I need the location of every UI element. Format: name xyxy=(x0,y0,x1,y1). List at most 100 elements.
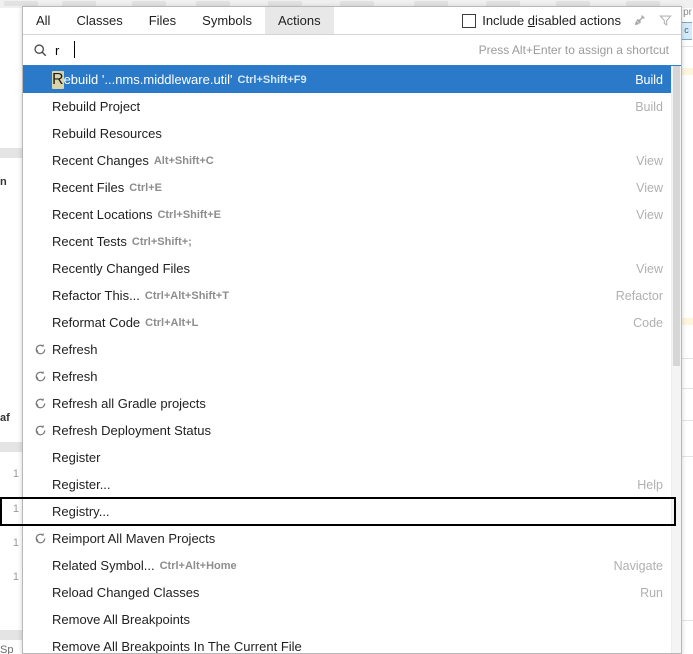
list-item-label: Remove All Breakpoints xyxy=(52,612,191,627)
tab-all[interactable]: All xyxy=(23,7,63,34)
list-item-label: ebuild '...nms.middleware.util' xyxy=(63,72,233,87)
list-item-category: Run xyxy=(640,585,663,600)
list-item[interactable]: Recently Changed Files View xyxy=(23,255,681,282)
results-scrollbar[interactable] xyxy=(671,66,681,653)
pin-icon[interactable] xyxy=(631,13,647,29)
list-item[interactable]: Remove All Breakpoints In The Current Fi… xyxy=(23,633,681,654)
list-item-label: Register... xyxy=(52,477,111,492)
list-item-shortcut: Ctrl+Shift+F9 xyxy=(237,73,307,86)
refresh-icon xyxy=(34,396,51,412)
list-item[interactable]: Refresh all Gradle projects xyxy=(23,390,681,417)
tab-symbols[interactable]: Symbols xyxy=(189,7,265,34)
list-item[interactable]: Refresh xyxy=(23,363,681,390)
item-icon-placeholder xyxy=(34,72,51,88)
list-item-category: Build xyxy=(635,99,663,114)
tab-label: Classes xyxy=(76,13,123,28)
list-item-shortcut: Ctrl+Alt+Shift+T xyxy=(144,289,229,302)
results-list[interactable]: Rebuild '...nms.middleware.util' Ctrl+Shi… xyxy=(23,66,681,654)
item-icon-placeholder xyxy=(34,234,51,250)
list-item[interactable]: Recent Tests Ctrl+Shift+; xyxy=(23,228,681,255)
list-item-label: Refactor This... xyxy=(52,288,140,303)
search-input[interactable] xyxy=(55,40,435,60)
list-item-shortcut: Ctrl+Shift+E xyxy=(157,208,222,221)
list-item-shortcut: Ctrl+E xyxy=(129,181,162,194)
match-highlight: R xyxy=(52,70,64,89)
list-item[interactable]: Recent Locations Ctrl+Shift+E View xyxy=(23,201,681,228)
item-icon-placeholder xyxy=(34,153,51,169)
list-item[interactable]: Remove All Breakpoints xyxy=(23,606,681,633)
refresh-icon xyxy=(34,369,51,385)
tab-label: Actions xyxy=(278,13,321,28)
include-disabled-actions-checkbox[interactable]: Include disabled actions xyxy=(462,13,621,28)
list-item-category: Code xyxy=(633,315,663,330)
list-item[interactable]: Reformat Code Ctrl+Alt+L Code xyxy=(23,309,681,336)
item-icon-placeholder xyxy=(34,612,51,628)
list-item-category: Refactor xyxy=(615,288,663,303)
tab-classes[interactable]: Classes xyxy=(63,7,135,34)
item-icon-placeholder xyxy=(34,207,51,223)
item-icon-placeholder xyxy=(34,126,51,142)
include-disabled-actions-label: Include disabled actions xyxy=(482,13,621,28)
list-item[interactable]: Register... Help xyxy=(23,471,681,498)
tab-files[interactable]: Files xyxy=(136,7,189,34)
search-row: Press Alt+Enter to assign a shortcut xyxy=(23,35,681,66)
item-icon-placeholder xyxy=(34,558,51,574)
tab-label: Symbols xyxy=(202,13,253,28)
item-icon-placeholder xyxy=(34,504,51,520)
list-item-shortcut: Ctrl+Alt+Home xyxy=(159,559,237,572)
list-item-label: Registry... xyxy=(52,504,110,519)
list-item[interactable]: Refresh xyxy=(23,336,681,363)
list-item-shortcut: Ctrl+Alt+L xyxy=(145,316,199,329)
screen: n af 1 1 1 1 Sp pr c All Classes Files S… xyxy=(0,0,693,654)
list-item-label: Refresh xyxy=(52,369,98,384)
item-icon-placeholder xyxy=(34,585,51,601)
checkbox-box[interactable] xyxy=(462,13,477,28)
list-item[interactable]: Recent Changes Alt+Shift+C View xyxy=(23,147,681,174)
list-item-label: Recent Changes xyxy=(52,153,149,168)
list-item[interactable]: Registry... xyxy=(23,498,681,525)
scrollbar-thumb[interactable] xyxy=(673,66,680,366)
list-item[interactable]: Reload Changed Classes Run xyxy=(23,579,681,606)
list-item-label: Related Symbol... xyxy=(52,558,155,573)
list-item[interactable]: Rebuild Resources xyxy=(23,120,681,147)
list-item-label: Recent Tests xyxy=(52,234,127,249)
list-item-category: View xyxy=(636,261,663,276)
list-item[interactable]: Rebuild '...nms.middleware.util' Ctrl+Shi… xyxy=(23,66,681,93)
list-item-label: Refresh xyxy=(52,342,98,357)
item-icon-placeholder xyxy=(34,288,51,304)
list-item[interactable]: Rebuild Project Build xyxy=(23,93,681,120)
list-item-label: Remove All Breakpoints In The Current Fi… xyxy=(52,639,302,654)
list-item[interactable]: Refresh Deployment Status xyxy=(23,417,681,444)
search-icon xyxy=(31,41,49,59)
item-icon-placeholder xyxy=(34,450,51,466)
gutter-line-number: 1 xyxy=(12,503,19,515)
list-item-label: Refresh all Gradle projects xyxy=(52,396,206,411)
gutter-line-number: 1 xyxy=(12,571,19,583)
list-item-category: Build xyxy=(635,72,663,87)
shortcut-hint: Press Alt+Enter to assign a shortcut xyxy=(478,43,669,57)
list-item-label: Recent Locations xyxy=(52,207,153,222)
list-item-label: Refresh Deployment Status xyxy=(52,423,211,438)
list-item[interactable]: Related Symbol... Ctrl+Alt+Home Navigate xyxy=(23,552,681,579)
list-item-label: Recently Changed Files xyxy=(52,261,191,276)
list-item[interactable]: Reimport All Maven Projects xyxy=(23,525,681,552)
list-item-category: View xyxy=(636,153,663,168)
list-item-label: Reload Changed Classes xyxy=(52,585,200,600)
list-item[interactable]: Register xyxy=(23,444,681,471)
list-item[interactable]: Refactor This... Ctrl+Alt+Shift+T Refactor xyxy=(23,282,681,309)
tab-bar-actions: Include disabled actions xyxy=(462,7,681,34)
item-icon-placeholder xyxy=(34,99,51,115)
list-item-category: View xyxy=(636,207,663,222)
list-item-label: Recent Files xyxy=(52,180,125,195)
text-caret xyxy=(74,41,75,58)
list-item-category: Help xyxy=(637,477,663,492)
list-item[interactable]: Recent Files Ctrl+E View xyxy=(23,174,681,201)
search-everywhere-popup: All Classes Files Symbols Actions Includ… xyxy=(22,6,682,654)
list-item-label: Reimport All Maven Projects xyxy=(52,531,216,546)
list-item-category: Navigate xyxy=(613,558,663,573)
filter-icon[interactable] xyxy=(657,13,673,29)
item-icon-placeholder xyxy=(34,315,51,331)
item-icon-placeholder xyxy=(34,477,51,493)
editor-gutter: n af 1 1 1 1 Sp xyxy=(0,8,23,654)
tab-actions[interactable]: Actions xyxy=(265,7,334,34)
